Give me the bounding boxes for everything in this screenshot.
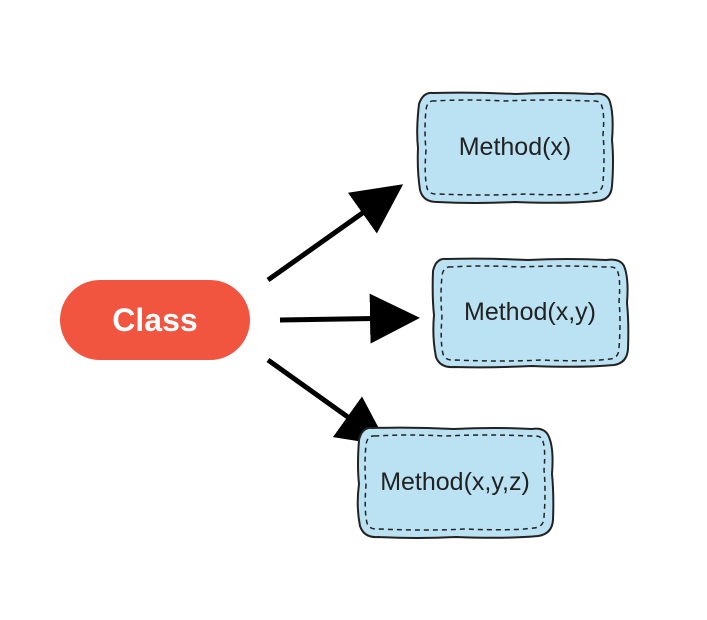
method-node-3: Method(x,y,z) [355, 425, 555, 540]
arrow-1 [268, 190, 395, 280]
arrow-2 [280, 318, 410, 320]
method-3-label: Method(x,y,z) [380, 468, 530, 497]
method-node-1: Method(x) [415, 90, 615, 205]
class-node: Class [60, 280, 250, 360]
method-2-label: Method(x,y) [464, 298, 596, 327]
method-node-2: Method(x,y) [430, 255, 630, 370]
method-1-label: Method(x) [459, 133, 572, 162]
class-label: Class [112, 302, 197, 339]
